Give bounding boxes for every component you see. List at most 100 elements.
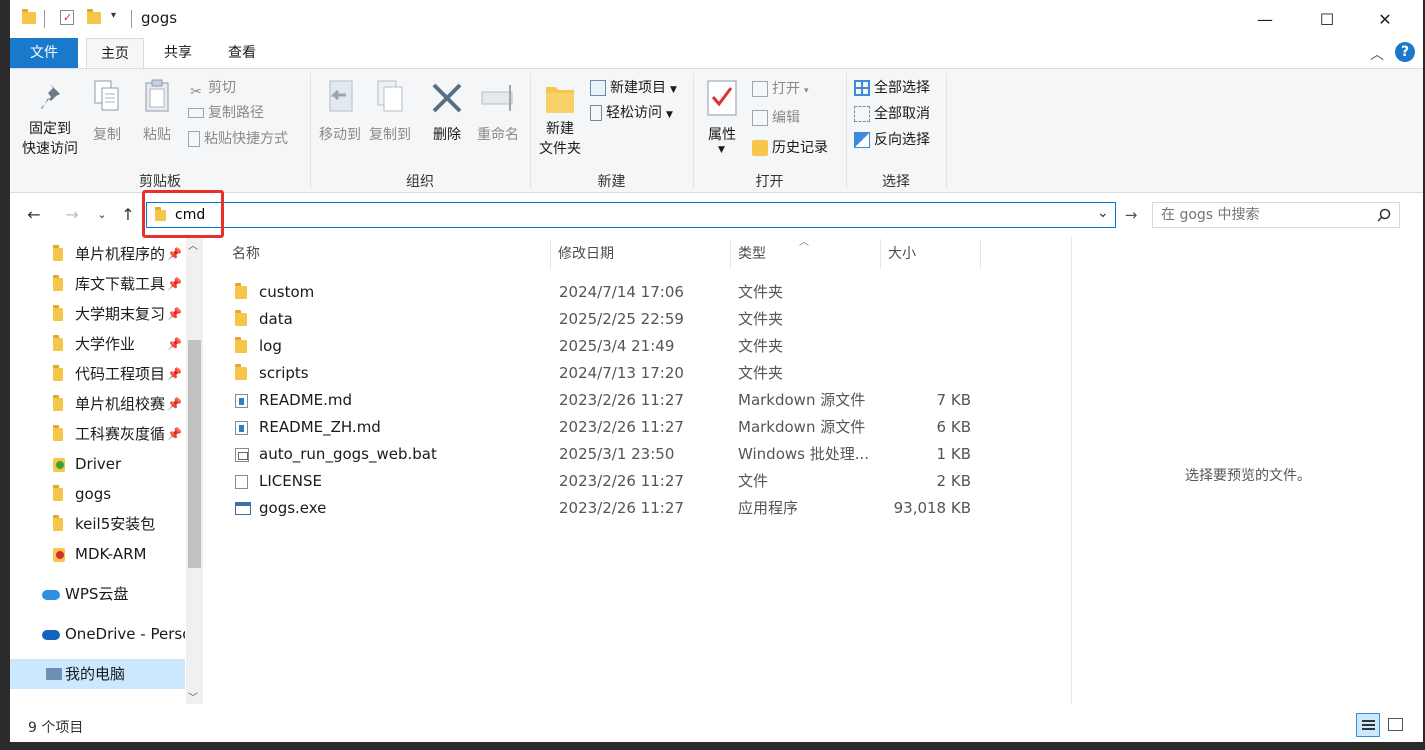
file-row[interactable]: README_ZH.md 2023/2/26 11:27 Markdown 源文件 6… bbox=[227, 414, 987, 441]
help-icon[interactable]: ? bbox=[1395, 42, 1415, 62]
select-all-button[interactable]: 全部选择 bbox=[854, 76, 930, 100]
scroll-down-icon[interactable]: ﹀ bbox=[188, 689, 198, 704]
file-row[interactable]: LICENSE 2023/2/26 11:27 文件 2 KB bbox=[227, 468, 987, 495]
file-row[interactable]: gogs.exe 2023/2/26 11:27 应用程序 93,018 KB bbox=[227, 495, 987, 522]
nav-item[interactable]: D盘 (E:) bbox=[10, 699, 185, 704]
column-header-name[interactable]: 名称 bbox=[232, 237, 260, 271]
nav-item[interactable]: 我的电脑 bbox=[10, 659, 185, 689]
history-button[interactable]: 历史记录 bbox=[752, 136, 828, 160]
properties-quick-icon[interactable]: ✓ bbox=[60, 10, 74, 25]
column-separator[interactable] bbox=[730, 239, 731, 269]
select-none-button[interactable]: 全部取消 bbox=[854, 102, 930, 126]
tab-share[interactable]: 共享 bbox=[148, 38, 208, 68]
nav-item[interactable]: OneDrive - Perso bbox=[10, 619, 185, 649]
nav-item[interactable]: 单片机组校赛 📌 bbox=[10, 389, 185, 419]
file-name: custom bbox=[259, 283, 315, 301]
tab-file[interactable]: 文件 bbox=[10, 38, 78, 68]
address-bar[interactable]: ⌄ bbox=[146, 202, 1116, 228]
search-input[interactable] bbox=[1161, 206, 1361, 224]
go-arrow-icon[interactable]: → bbox=[1120, 202, 1142, 228]
file-row[interactable]: data 2025/2/25 22:59 文件夹 bbox=[227, 306, 987, 333]
tab-home[interactable]: 主页 bbox=[86, 38, 144, 70]
invert-selection-button[interactable]: 反向选择 bbox=[854, 128, 930, 152]
large-icons-view-icon bbox=[1388, 718, 1403, 731]
new-folder-quick-icon[interactable] bbox=[87, 9, 101, 24]
file-row[interactable]: README.md 2023/2/26 11:27 Markdown 源文件 7 KB bbox=[227, 387, 987, 414]
collapse-ribbon-icon[interactable]: ︿ bbox=[1370, 44, 1384, 64]
paste-button[interactable]: 粘贴 bbox=[136, 75, 178, 147]
column-header-date[interactable]: 修改日期 bbox=[558, 237, 614, 271]
copy-button[interactable]: 复制 bbox=[86, 75, 128, 147]
cut-button[interactable]: ✂ 剪切 bbox=[188, 76, 236, 100]
scroll-up-icon[interactable]: ︿ bbox=[188, 237, 198, 252]
address-dropdown-icon[interactable]: ⌄ bbox=[1097, 205, 1109, 221]
file-row[interactable]: log 2025/3/4 21:49 文件夹 bbox=[227, 333, 987, 360]
maximize-button[interactable]: ☐ bbox=[1298, 0, 1356, 38]
nav-item[interactable]: 大学期末复习 📌 bbox=[10, 299, 185, 329]
nav-item[interactable]: 单片机程序的 📌 bbox=[10, 239, 185, 269]
move-to-button[interactable]: 移动到 bbox=[316, 75, 364, 155]
new-folder-button[interactable]: 新建 文件夹 bbox=[536, 75, 584, 165]
copy-to-button[interactable]: 复制到 bbox=[366, 75, 414, 155]
search-icon[interactable] bbox=[1377, 208, 1391, 222]
nav-item[interactable]: 大学作业 📌 bbox=[10, 329, 185, 359]
pin-quick-access-button[interactable]: 固定到 快速访问 bbox=[18, 75, 80, 165]
open-button[interactable]: 打开 ▾ bbox=[752, 77, 809, 101]
file-row[interactable]: auto_run_gogs_web.bat 2025/3/1 23:50 Windo… bbox=[227, 441, 987, 468]
tab-view[interactable]: 查看 bbox=[212, 38, 272, 68]
properties-button[interactable]: 属性 ▼ bbox=[700, 75, 744, 165]
column-header-type[interactable]: 类型 bbox=[738, 237, 766, 271]
new-item-button[interactable]: 新建项目 ▼ bbox=[590, 76, 677, 100]
rename-button[interactable]: 重命名 bbox=[472, 75, 524, 155]
large-icons-view-button[interactable] bbox=[1384, 713, 1408, 737]
column-separator[interactable] bbox=[880, 239, 881, 269]
pin-icon: 📌 bbox=[167, 247, 182, 261]
file-name: log bbox=[259, 337, 282, 355]
nav-item[interactable]: WPS云盘 bbox=[10, 579, 185, 609]
column-separator[interactable] bbox=[980, 239, 981, 269]
nav-item[interactable]: 代码工程项目 📌 bbox=[10, 359, 185, 389]
back-arrow-icon[interactable]: ← bbox=[22, 201, 46, 229]
folder-icon bbox=[53, 305, 63, 321]
open-icon bbox=[752, 81, 768, 97]
paste-shortcut-label: 粘贴快捷方式 bbox=[204, 131, 288, 147]
nav-item[interactable]: 工科赛灰度循 📌 bbox=[10, 419, 185, 449]
quick-access-dropdown-icon[interactable]: ▾ bbox=[111, 10, 116, 21]
nav-item-label: 单片机程序的 bbox=[75, 245, 166, 263]
file-row[interactable]: custom 2024/7/14 17:06 文件夹 bbox=[227, 279, 987, 306]
nav-item[interactable]: gogs bbox=[10, 479, 185, 509]
close-button[interactable]: ✕ bbox=[1356, 0, 1414, 38]
nav-item[interactable]: 库文下载工具 📌 bbox=[10, 269, 185, 299]
edit-button[interactable]: 编辑 bbox=[752, 106, 800, 130]
pin-label-line2: 快速访问 bbox=[22, 141, 78, 157]
move-to-icon bbox=[329, 80, 353, 112]
file-name: gogs.exe bbox=[259, 499, 327, 517]
file-row[interactable]: scripts 2024/7/13 17:20 文件夹 bbox=[227, 360, 987, 387]
new-item-icon bbox=[590, 80, 606, 96]
file-date: 2025/2/25 22:59 bbox=[559, 310, 684, 328]
nav-item[interactable]: MDK-ARM bbox=[10, 539, 185, 569]
recent-locations-dropdown-icon[interactable]: ⌄ bbox=[90, 201, 114, 229]
column-separator[interactable] bbox=[550, 239, 551, 269]
delete-x-icon bbox=[432, 83, 462, 113]
delete-button[interactable]: 删除 bbox=[426, 75, 468, 155]
column-header-size[interactable]: 大小 bbox=[888, 237, 916, 271]
easy-access-button[interactable]: 轻松访问 ▼ bbox=[590, 101, 673, 125]
cloud-icon bbox=[42, 590, 60, 600]
file-size: 1 KB bbox=[936, 445, 971, 463]
details-view-button[interactable] bbox=[1356, 713, 1380, 737]
up-arrow-icon[interactable]: ↑ bbox=[116, 201, 140, 229]
copy-path-button[interactable]: 复制路径 bbox=[188, 101, 264, 125]
navigation-bar: ← → ⌄ ↑ ⌄ → bbox=[10, 193, 1423, 237]
address-input[interactable] bbox=[175, 206, 1075, 224]
navigation-scroll-thumb[interactable] bbox=[188, 340, 201, 568]
history-label: 历史记录 bbox=[772, 140, 828, 156]
invert-selection-icon bbox=[854, 132, 870, 148]
paste-shortcut-button[interactable]: 粘贴快捷方式 bbox=[188, 127, 288, 151]
nav-item[interactable]: Driver bbox=[10, 449, 185, 479]
forward-arrow-icon[interactable]: → bbox=[60, 201, 84, 229]
minimize-button[interactable]: — bbox=[1236, 0, 1294, 38]
details-view-icon bbox=[1362, 720, 1375, 722]
nav-item[interactable]: keil5安装包 bbox=[10, 509, 185, 539]
search-box[interactable] bbox=[1152, 202, 1400, 228]
